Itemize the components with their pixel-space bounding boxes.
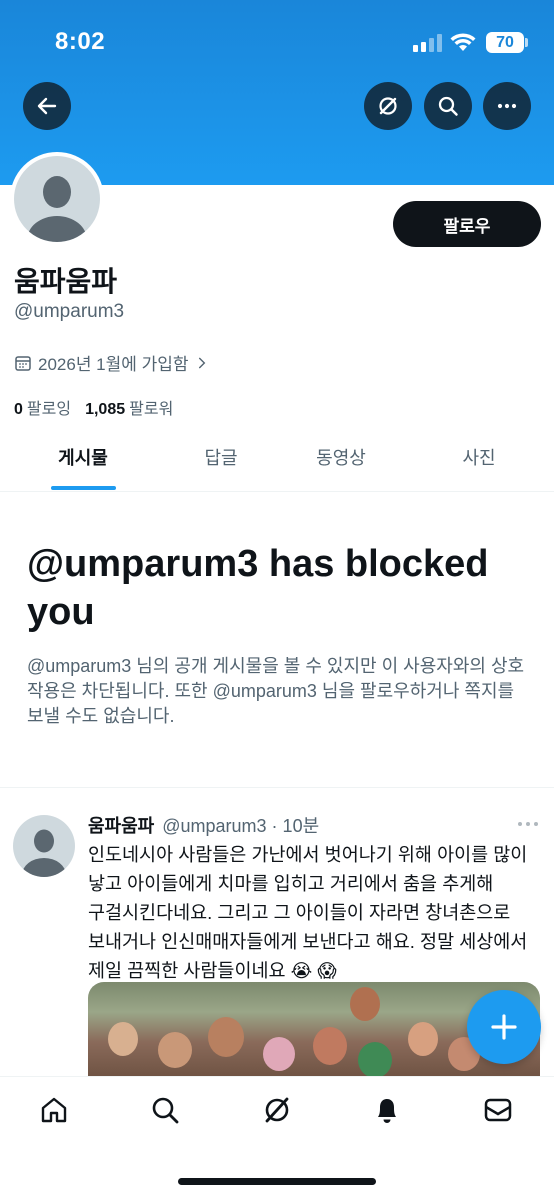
tab-videos[interactable]: 동영상	[272, 430, 410, 492]
tab-replies[interactable]: 답글	[152, 430, 290, 492]
profile-tabs: 게시물 답글 동영상 사진	[0, 430, 554, 492]
blocked-title: @umparum3 has blocked you	[27, 543, 489, 633]
wifi-icon	[450, 33, 476, 51]
blocked-description: @umparum3 님의 공개 게시물을 볼 수 있지만 이 사용자와의 상호작…	[27, 656, 525, 726]
back-button[interactable]	[23, 82, 71, 130]
notifications-bell-icon[interactable]	[371, 1094, 403, 1126]
home-icon[interactable]	[38, 1094, 70, 1126]
tab-posts[interactable]: 게시물	[14, 430, 152, 492]
battery-icon: 70	[486, 32, 524, 53]
status-bar: 8:02 70	[0, 0, 554, 80]
home-indicator	[178, 1178, 376, 1185]
tweet-avatar[interactable]	[13, 815, 75, 877]
battery-nub	[525, 38, 528, 47]
status-time: 8:02	[55, 28, 106, 55]
follow-button[interactable]: 팔로우	[393, 201, 541, 247]
grok-button[interactable]	[364, 82, 412, 130]
following-count: 0	[14, 401, 23, 418]
profile-handle: @umparum3	[14, 301, 125, 322]
plus-icon	[491, 1014, 517, 1040]
search-icon[interactable]	[149, 1094, 181, 1126]
tweet-more-icon[interactable]	[515, 814, 541, 834]
following-label: 팔로잉	[26, 401, 72, 418]
tweet-header: 움파움파 @umparum3 · 10분	[88, 812, 319, 838]
tweet-author-name[interactable]: 움파움파	[88, 812, 154, 838]
followers-stat[interactable]: 1,085 팔로워	[85, 395, 173, 419]
chevron-right-icon	[198, 357, 205, 368]
follow-stats: 0 팔로잉 1,085 팔로워	[14, 395, 173, 419]
slash-circle-icon	[379, 97, 397, 115]
default-avatar-icon	[22, 829, 66, 877]
calendar-icon	[15, 355, 31, 371]
search-icon	[438, 96, 458, 116]
followers-label: 팔로워	[129, 401, 174, 418]
followers-count: 1,085	[85, 401, 126, 418]
messages-envelope-icon[interactable]	[482, 1094, 514, 1126]
joined-text: 2026년 1월에 가입함	[38, 355, 189, 374]
tweet-text: 인도네시아 사람들은 가난에서 벗어나기 위해 아이를 많이 낳고 아이들에게 …	[88, 844, 528, 981]
cellular-signal-icon	[413, 34, 443, 52]
search-button[interactable]	[424, 82, 472, 130]
profile-avatar[interactable]	[10, 152, 104, 246]
following-stat[interactable]: 0 팔로잉	[14, 395, 71, 419]
more-horizontal-icon	[497, 103, 517, 109]
default-avatar-icon	[14, 156, 100, 242]
active-tab-indicator	[51, 486, 116, 490]
joined-date[interactable]: 2026년 1월에 가입함	[14, 350, 209, 375]
tab-photos[interactable]: 사진	[410, 430, 548, 492]
divider	[0, 787, 554, 788]
more-button[interactable]	[483, 82, 531, 130]
tweet-handle-time: @umparum3 · 10분	[162, 816, 320, 836]
arrow-left-icon	[37, 97, 57, 115]
grok-icon[interactable]	[261, 1094, 293, 1126]
compose-post-button[interactable]	[467, 990, 541, 1064]
display-name: 움파움파	[14, 266, 118, 297]
